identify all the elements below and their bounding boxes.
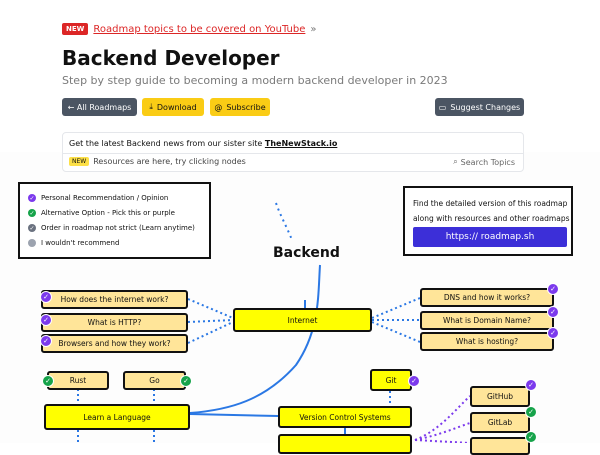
node-label: Rust: [69, 376, 87, 385]
check-circle-icon: ✓: [40, 291, 52, 303]
info-line: along with resources and other roadmaps: [413, 214, 570, 223]
node-label: Go: [149, 376, 160, 385]
node-what-is-http[interactable]: What is HTTP?: [41, 313, 188, 332]
legend-item: ✓ Alternative Option - Pick this or purp…: [28, 209, 175, 217]
node-label: Browsers and how they work?: [58, 339, 171, 348]
node-how-internet-works[interactable]: How does the internet work?: [41, 290, 188, 309]
info-text: Find the detailed version of this roadma…: [413, 196, 570, 226]
check-circle-icon: ✓: [180, 375, 192, 387]
check-circle-icon: ✓: [547, 283, 559, 295]
check-circle-icon: ✓: [525, 406, 537, 418]
node-dns[interactable]: DNS and how it works?: [420, 288, 554, 307]
node-hosting[interactable]: What is hosting?: [420, 332, 554, 351]
circle-icon: [28, 239, 36, 247]
legend-item: ✓ Personal Recommendation / Opinion: [28, 194, 168, 202]
node-label: Version Control Systems: [299, 412, 391, 422]
node-label: What is HTTP?: [87, 318, 142, 327]
node-label: What is Domain Name?: [442, 316, 532, 325]
node-label: Git: [385, 375, 397, 385]
legend-item: ✓ Order in roadmap not strict (Learn any…: [28, 224, 195, 232]
check-circle-icon: ✓: [525, 431, 537, 443]
check-circle-icon: ✓: [525, 379, 537, 391]
node-gitlab[interactable]: GitLab: [470, 412, 530, 433]
node-label: What is hosting?: [455, 337, 519, 346]
node-label: GitLab: [487, 418, 513, 427]
node-rust[interactable]: Rust: [47, 371, 109, 390]
node-domain-name[interactable]: What is Domain Name?: [420, 311, 554, 330]
node-version-control[interactable]: Version Control Systems: [278, 406, 412, 428]
legend-label: Alternative Option - Pick this or purple: [41, 209, 175, 217]
node-label: Internet: [287, 315, 318, 325]
node-internet[interactable]: Internet: [233, 308, 372, 332]
legend-label: I wouldn't recommend: [41, 239, 120, 247]
node-label: Learn a Language: [83, 412, 151, 422]
node-bitbucket-partial[interactable]: [470, 437, 530, 455]
node-learn-a-language[interactable]: Learn a Language: [44, 404, 190, 430]
legend-label: Order in roadmap not strict (Learn anyti…: [41, 224, 195, 232]
node-repo-hosting-partial[interactable]: [278, 434, 412, 454]
check-circle-icon: ✓: [28, 194, 36, 202]
info-line: Find the detailed version of this roadma…: [413, 199, 568, 208]
node-github[interactable]: GitHub: [470, 386, 530, 407]
node-label: DNS and how it works?: [443, 293, 531, 302]
node-label: GitHub: [487, 392, 513, 401]
node-go[interactable]: Go: [123, 371, 186, 390]
check-circle-icon: ✓: [28, 224, 36, 232]
node-git[interactable]: Git: [370, 369, 412, 391]
check-circle-icon: ✓: [408, 375, 420, 387]
legend-label: Personal Recommendation / Opinion: [41, 194, 169, 202]
legend-box: ✓ Personal Recommendation / Opinion ✓ Al…: [18, 182, 211, 259]
node-browsers[interactable]: Browsers and how they work?: [41, 334, 188, 353]
node-label: How does the internet work?: [60, 295, 169, 304]
check-circle-icon: ✓: [42, 375, 54, 387]
roadmap-sh-link[interactable]: https:// roadmap.sh: [413, 227, 567, 247]
check-circle-icon: ✓: [547, 306, 559, 318]
roadmap-root-title: Backend: [273, 245, 340, 261]
roadmap-info-box: Find the detailed version of this roadma…: [403, 186, 573, 256]
check-circle-icon: ✓: [40, 314, 52, 326]
check-circle-icon: ✓: [40, 335, 52, 347]
check-circle-icon: ✓: [28, 209, 36, 217]
legend-item: I wouldn't recommend: [28, 239, 119, 247]
check-circle-icon: ✓: [547, 327, 559, 339]
